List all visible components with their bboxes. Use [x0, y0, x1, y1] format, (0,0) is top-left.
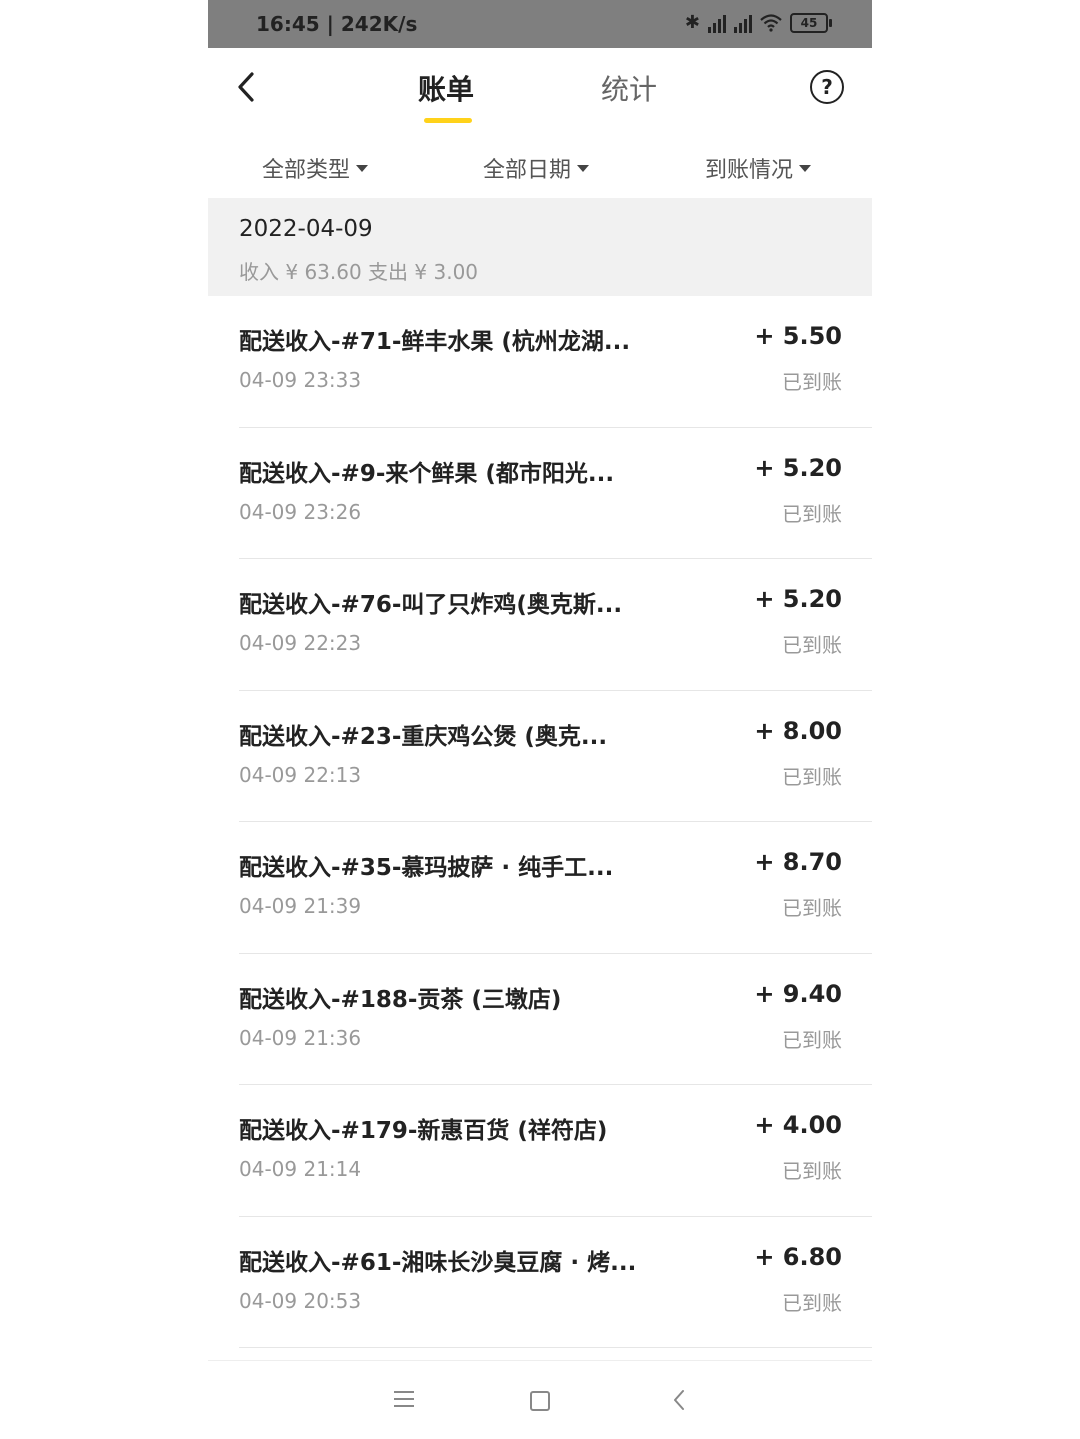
filter-date-label: 全部日期: [483, 158, 572, 183]
transaction-amount: + 6.80: [754, 1242, 842, 1271]
filter-status-label: 到账情况: [705, 158, 794, 183]
transaction-status: 已到账: [782, 1159, 842, 1183]
transaction-title: 配送收入-#23-重庆鸡公煲 (奥克...: [239, 723, 608, 750]
transaction-amount: + 4.00: [754, 1111, 842, 1139]
list-item[interactable]: 配送收入-#76-叫了只炸鸡(奥克斯... 04-09 22:23 + 5.20…: [208, 559, 872, 691]
transaction-amount: + 8.70: [754, 848, 842, 876]
transaction-amount: + 9.40: [754, 979, 842, 1008]
transaction-status: 已到账: [782, 764, 842, 789]
group-date: 2022-04-09: [239, 216, 373, 242]
wifi-icon: [760, 13, 782, 32]
list-item[interactable]: 配送收入-#23-重庆鸡公煲 (奥克... 04-09 22:13 + 8.00…: [208, 691, 872, 822]
tab-bill[interactable]: 账单: [418, 68, 474, 108]
list-item[interactable]: 配送收入-#71-鲜丰水果 (杭州龙湖... 04-09 23:33 + 5.5…: [208, 296, 872, 428]
transaction-status: 已到账: [782, 1290, 842, 1315]
nav-back-icon[interactable]: [672, 1389, 686, 1411]
transaction-time: 04-09 23:26: [239, 499, 362, 524]
transaction-title: 配送收入-#9-来个鲜果 (都市阳光...: [239, 460, 615, 487]
transaction-status: 已到账: [782, 370, 842, 394]
caret-down-icon: [356, 164, 369, 172]
help-icon[interactable]: ?: [810, 70, 844, 104]
list-item[interactable]: 配送收入-#9-来个鲜果 (都市阳光... 04-09 23:26 + 5.20…: [208, 428, 872, 559]
transaction-list: 配送收入-#71-鲜丰水果 (杭州龙湖... 04-09 23:33 + 5.5…: [208, 296, 872, 1348]
transaction-time: 04-09 20:53: [239, 1288, 362, 1313]
transaction-amount: + 5.50: [754, 322, 842, 350]
battery-icon: 45: [790, 12, 832, 33]
nav-menu-icon[interactable]: [394, 1391, 414, 1407]
group-summary: 收入 ¥ 63.60 支出 ¥ 3.00: [239, 260, 479, 284]
list-item[interactable]: 配送收入-#188-贡茶 (三墩店) 04-09 21:36 + 9.40 已到…: [208, 954, 872, 1085]
transaction-status: 已到账: [782, 633, 842, 657]
signal-icon: [734, 13, 752, 33]
filter-type-dropdown[interactable]: 全部类型: [262, 152, 369, 184]
tab-stats[interactable]: 统计: [601, 68, 657, 108]
back-icon[interactable]: [234, 70, 258, 104]
top-nav: 账单 统计 ?: [208, 48, 872, 138]
active-tab-indicator: [424, 118, 472, 123]
transaction-time: 04-09 21:36: [239, 1025, 362, 1050]
filter-bar: 全部类型 全部日期 到账情况: [208, 138, 872, 198]
filter-type-label: 全部类型: [262, 158, 351, 183]
phone-screen: 16:45 | 242K/s ✱ 45 账单 统计 ? 全部类型 全部日期 到账…: [208, 0, 872, 1439]
filter-date-dropdown[interactable]: 全部日期: [483, 152, 590, 184]
transaction-status: 已到账: [782, 501, 842, 526]
transaction-title: 配送收入-#188-贡茶 (三墩店): [239, 986, 562, 1013]
divider: [239, 1347, 872, 1348]
transaction-status: 已到账: [782, 1027, 842, 1052]
list-item[interactable]: 配送收入-#61-湘味长沙臭豆腐 · 烤... 04-09 20:53 + 6.…: [208, 1217, 872, 1348]
caret-down-icon: [577, 164, 590, 172]
date-group-header: 2022-04-09 收入 ¥ 63.60 支出 ¥ 3.00: [208, 198, 872, 296]
nav-home-icon[interactable]: [530, 1391, 550, 1411]
transaction-time: 04-09 22:23: [239, 631, 362, 655]
status-icons: ✱ 45: [684, 12, 832, 33]
transaction-time: 04-09 22:13: [239, 762, 362, 787]
filter-status-dropdown[interactable]: 到账情况: [705, 152, 812, 184]
transaction-amount: + 5.20: [754, 453, 842, 482]
list-item[interactable]: 配送收入-#35-慕玛披萨 · 纯手工... 04-09 21:39 + 8.7…: [208, 822, 872, 954]
transaction-time: 04-09 21:14: [239, 1157, 362, 1181]
transaction-amount: + 5.20: [754, 585, 842, 613]
transaction-amount: + 8.00: [754, 716, 842, 745]
signal-icon: [708, 13, 726, 33]
transaction-time: 04-09 21:39: [239, 894, 362, 918]
transaction-title: 配送收入-#179-新惠百货 (祥符店): [239, 1118, 608, 1144]
status-time: 16:45 | 242K/s: [256, 12, 418, 36]
caret-down-icon: [799, 164, 812, 172]
transaction-title: 配送收入-#71-鲜丰水果 (杭州龙湖...: [239, 329, 631, 355]
transaction-title: 配送收入-#35-慕玛披萨 · 纯手工...: [239, 855, 614, 881]
transaction-status: 已到账: [782, 896, 842, 920]
transaction-title: 配送收入-#76-叫了只炸鸡(奥克斯...: [239, 592, 623, 618]
status-bar: 16:45 | 242K/s ✱ 45: [208, 0, 872, 48]
list-item[interactable]: 配送收入-#179-新惠百货 (祥符店) 04-09 21:14 + 4.00 …: [208, 1085, 872, 1217]
bluetooth-icon: ✱: [684, 12, 700, 33]
transaction-time: 04-09 23:33: [239, 368, 362, 392]
transaction-title: 配送收入-#61-湘味长沙臭豆腐 · 烤...: [239, 1249, 637, 1276]
system-nav-bar: [208, 1360, 872, 1439]
